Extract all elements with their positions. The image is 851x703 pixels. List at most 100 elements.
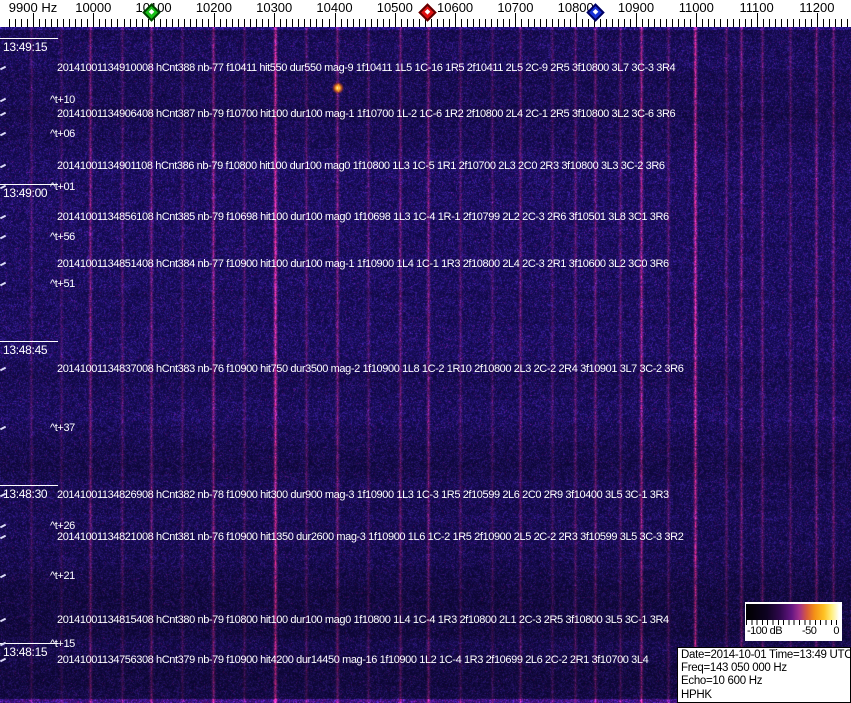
event-log-line: 20141001134856108 hCnt385 nb-79 f10698 h… xyxy=(57,211,669,223)
ruler-tick xyxy=(835,19,836,27)
ruler-tick xyxy=(672,19,673,27)
ruler-tick xyxy=(57,19,58,27)
event-log-line: 20141001134906408 hCnt387 nb-79 f10700 h… xyxy=(57,108,675,120)
ruler-tick xyxy=(184,19,185,27)
ruler-tick xyxy=(829,19,830,27)
ruler-tick xyxy=(515,13,516,27)
ruler-tick xyxy=(841,19,842,27)
ruler-tick xyxy=(443,19,444,27)
info-station-id: HPHK xyxy=(681,689,850,702)
ruler-tick xyxy=(479,19,480,27)
ruler-tick xyxy=(564,19,565,27)
ruler-tick xyxy=(226,19,227,27)
event-log-line: 20141001134837008 hCnt383 nb-76 f10900 h… xyxy=(57,363,683,375)
ruler-tick xyxy=(485,19,486,27)
ruler-tick xyxy=(751,19,752,27)
time-offset-marker: ^t+37 xyxy=(50,422,75,434)
ruler-frequency-label: 11200 xyxy=(775,0,851,15)
ruler-tick xyxy=(262,19,263,27)
ruler-tick xyxy=(316,19,317,27)
info-date-time: Date=2014-10-01 Time=13:49 UTC xyxy=(681,649,850,662)
ruler-tick xyxy=(304,19,305,27)
ruler-tick xyxy=(823,19,824,27)
ruler-tick xyxy=(9,19,10,27)
time-label: 13:48:30 xyxy=(0,485,58,501)
ruler-tick xyxy=(93,13,94,27)
event-log-line: 20141001134826908 hCnt382 nb-78 f10900 h… xyxy=(57,489,669,501)
ruler-tick xyxy=(787,19,788,27)
ruler-tick xyxy=(769,19,770,27)
ruler-tick xyxy=(449,19,450,27)
ruler-tick xyxy=(720,19,721,27)
ruler-tick xyxy=(178,19,179,27)
ruler-tick xyxy=(244,19,245,27)
ruler-tick xyxy=(570,19,571,27)
ruler-tick xyxy=(238,19,239,27)
ruler-tick xyxy=(329,19,330,27)
ruler-tick xyxy=(666,19,667,27)
ruler-tick xyxy=(588,19,589,27)
ruler-tick xyxy=(214,13,215,27)
ruler-tick xyxy=(142,19,143,27)
time-offset-marker: ^t+21 xyxy=(50,570,75,582)
ruler-tick xyxy=(202,19,203,27)
ruler-tick xyxy=(15,19,16,27)
ruler-tick xyxy=(612,19,613,27)
ruler-tick xyxy=(335,13,336,27)
ruler-tick xyxy=(684,19,685,27)
event-log-line: 20141001134901108 hCnt386 nb-79 f10800 h… xyxy=(57,160,665,172)
ruler-tick xyxy=(196,19,197,27)
ruler-tick xyxy=(696,13,697,27)
ruler-tick xyxy=(33,13,34,27)
time-offset-marker: ^t+15 xyxy=(50,638,75,650)
event-log-line: 20141001134815408 hCnt380 nb-79 f10800 h… xyxy=(57,614,669,626)
ruler-tick xyxy=(105,19,106,27)
info-echo: Echo=10 600 Hz xyxy=(681,675,850,688)
ruler-tick xyxy=(461,19,462,27)
ruler-tick xyxy=(745,19,746,27)
ruler-tick xyxy=(365,19,366,27)
ruler-tick xyxy=(727,19,728,27)
ruler-tick xyxy=(739,19,740,27)
info-frequency: Freq=143 050 000 Hz xyxy=(681,662,850,675)
ruler-tick xyxy=(528,19,529,27)
ruler-tick xyxy=(636,13,637,27)
time-offset-marker: ^t+56 xyxy=(50,231,75,243)
ruler-tick xyxy=(467,19,468,27)
ruler-tick xyxy=(63,19,64,27)
ruler-tick xyxy=(600,19,601,27)
ruler-tick xyxy=(847,19,848,27)
scale-max-label: 0 xyxy=(833,625,839,637)
ruler-tick xyxy=(286,19,287,27)
ruler-tick xyxy=(274,13,275,27)
ruler-tick xyxy=(419,19,420,27)
ruler-tick xyxy=(124,19,125,27)
ruler-tick xyxy=(733,19,734,27)
ruler-tick xyxy=(111,19,112,27)
ruler-tick xyxy=(413,19,414,27)
ruler-tick xyxy=(99,19,100,27)
ruler-tick xyxy=(268,19,269,27)
ruler-tick xyxy=(136,19,137,27)
ruler-tick xyxy=(799,19,800,27)
ruler-tick xyxy=(642,19,643,27)
ruler-tick xyxy=(117,19,118,27)
time-offset-marker: ^t+51 xyxy=(50,278,75,290)
ruler-tick xyxy=(708,19,709,27)
ruler-tick xyxy=(148,19,149,27)
ruler-tick xyxy=(540,19,541,27)
ruler-tick xyxy=(763,19,764,27)
ruler-tick xyxy=(503,19,504,27)
ruler-tick xyxy=(383,19,384,27)
event-log-line: 20141001134821008 hCnt381 nb-76 f10900 h… xyxy=(57,531,683,543)
marker-center-dot xyxy=(149,9,155,15)
ruler-tick xyxy=(606,19,607,27)
ruler-tick xyxy=(576,13,577,27)
ruler-tick xyxy=(497,19,498,27)
scale-mid-label: -50 xyxy=(802,625,816,637)
ruler-tick xyxy=(21,19,22,27)
ruler-tick xyxy=(690,19,691,27)
event-log-line: 20141001134756308 hCnt379 nb-79 f10900 h… xyxy=(57,654,648,666)
ruler-tick xyxy=(389,19,390,27)
ruler-tick xyxy=(190,19,191,27)
